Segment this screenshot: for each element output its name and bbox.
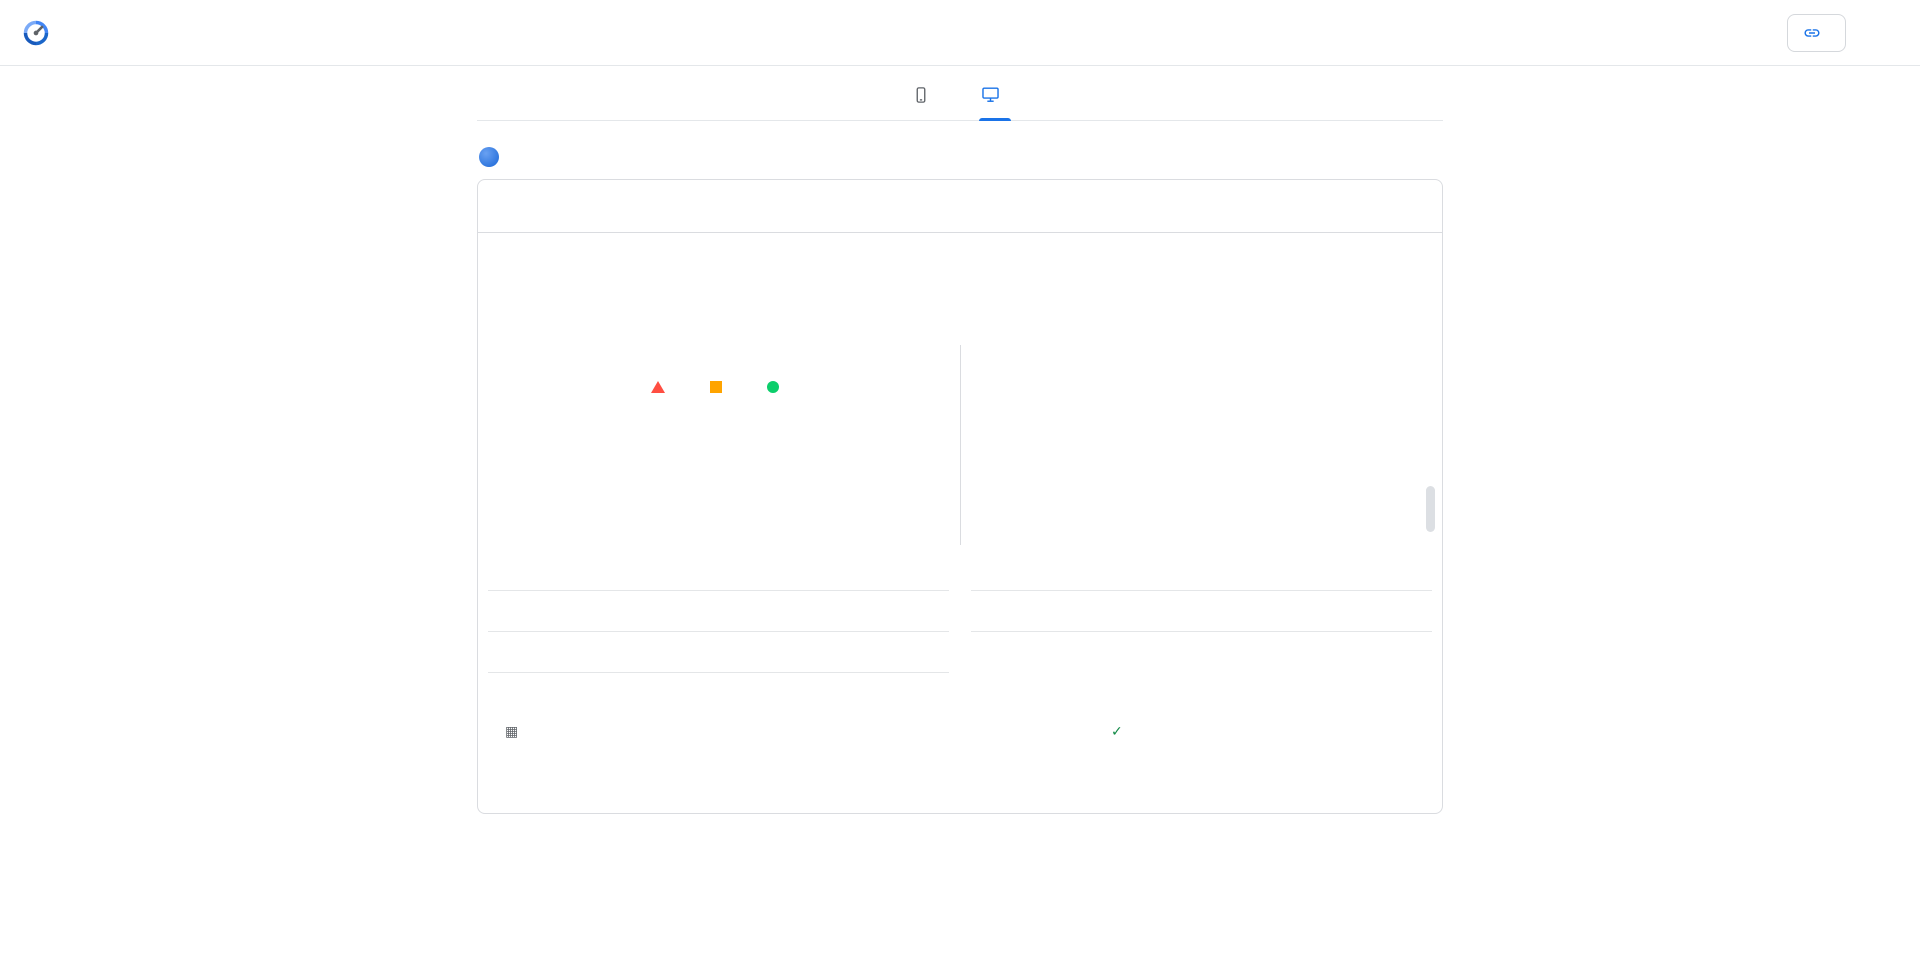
device-tabbar [477,66,1443,121]
scrollbar-thumb[interactable] [1426,486,1435,532]
metric-speed-index [488,672,949,713]
good-circle-icon [766,381,779,393]
score-accessibility[interactable] [872,206,928,215]
metric-cls [971,631,1432,672]
report-card: ▦ ✓ [477,179,1443,814]
check-icon: ✓ [1111,723,1123,739]
legend-poor [650,381,674,393]
average-square-icon [709,381,722,393]
tab-desktop[interactable] [978,70,1011,121]
metric-empty-cell [971,672,1432,713]
metric-lcp [971,590,1432,631]
category-scores-row [478,180,1442,233]
score-best-practices[interactable] [992,206,1048,215]
copy-link-button[interactable] [1787,13,1846,52]
average-square-icon [488,645,499,656]
tab-mobile[interactable] [910,70,941,120]
good-dot-icon [488,604,499,615]
related-audits-toggle[interactable]: ✓ [1111,723,1131,740]
column-divider [960,345,961,545]
poor-triangle-icon [650,381,665,393]
link-icon [1804,28,1820,37]
view-treemap-button[interactable]: ▦ [505,723,526,740]
metric-fcp [488,590,949,631]
page-screenshot[interactable] [1038,324,1364,557]
score-performance[interactable] [752,206,808,215]
treemap-icon: ▦ [505,723,519,739]
phone-icon [912,86,930,104]
metrics-grid [488,590,1432,713]
metric-tbt [488,631,949,672]
diagnose-section-header [477,147,1443,167]
legend-average [709,381,731,393]
insights-icon [479,147,499,167]
pagespeed-logo-icon [23,20,49,45]
good-dot-icon [971,604,982,615]
app-header [0,0,1920,66]
metrics-footer-row: ▦ ✓ [488,723,1432,773]
performance-summary [478,233,1442,583]
score-legend [650,381,788,393]
average-square-icon [488,686,499,697]
legend-good [766,381,788,393]
score-seo[interactable] [1112,206,1168,215]
desktop-icon [981,85,1000,104]
good-dot-icon [971,645,982,656]
